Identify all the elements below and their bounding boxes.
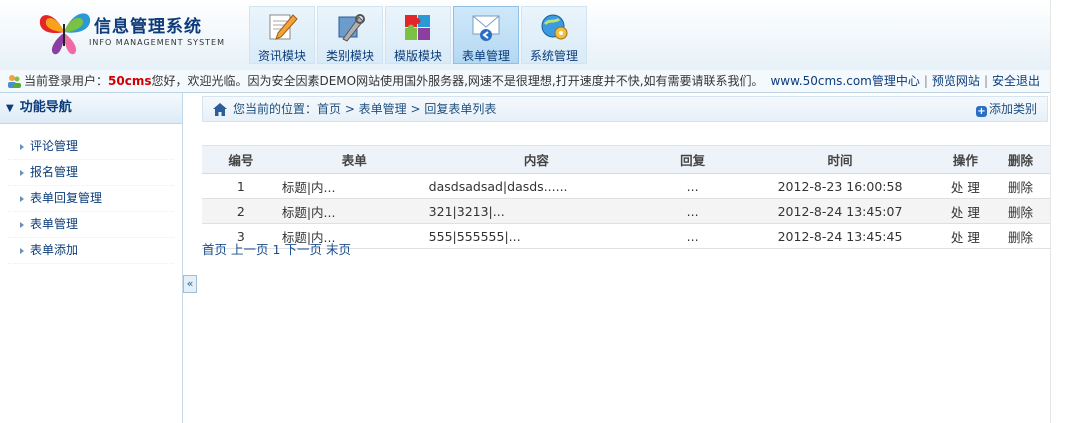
add-category-label: 添加类别 bbox=[988, 102, 1037, 116]
app-title: 信息管理系统 bbox=[94, 17, 202, 37]
app-subtitle: INFO MANAGEMENT SYSTEM bbox=[89, 38, 225, 47]
sidebar-header[interactable]: ▼ 功能导航 bbox=[0, 93, 182, 124]
sidebar-menu: 评论管理 报名管理 表单回复管理 表单管理 表单添加 bbox=[0, 134, 182, 264]
site-link[interactable]: www.50cms.com bbox=[770, 74, 871, 88]
delete-link[interactable]: 删除 bbox=[991, 198, 1050, 224]
cell-id: 2 bbox=[202, 198, 280, 224]
last-page-link[interactable]: 末页 bbox=[326, 242, 351, 257]
separator: | bbox=[983, 74, 988, 88]
cell-form: 标题|内... bbox=[279, 198, 428, 224]
puzzle-icon bbox=[405, 15, 430, 40]
cell-content: dasdsadsad|dasds...... bbox=[427, 173, 646, 199]
nav-news-module[interactable]: 资讯模块 bbox=[249, 6, 315, 64]
preview-site-link[interactable]: 预览网站 bbox=[932, 74, 980, 88]
sidebar-item-add-form[interactable]: 表单添加 bbox=[8, 238, 174, 264]
tools-icon bbox=[338, 14, 365, 42]
table-row: 2 标题|内... 321|3213|... ... 2012-8-24 13:… bbox=[202, 198, 1050, 224]
first-page-link[interactable]: 首页 bbox=[202, 242, 227, 257]
process-link[interactable]: 处 理 bbox=[939, 173, 992, 199]
header: 信息管理系统 INFO MANAGEMENT SYSTEM 资讯模块 类别模块 bbox=[0, 0, 1050, 71]
main-nav: 资讯模块 类别模块 模版模块 表单管理 系统管理 bbox=[249, 6, 589, 64]
table-row: 1 标题|内... dasdsadsad|dasds...... ... 201… bbox=[202, 173, 1050, 199]
logo: 信息管理系统 INFO MANAGEMENT SYSTEM bbox=[34, 6, 234, 58]
col-delete: 删除 bbox=[991, 145, 1050, 174]
login-label: 当前登录用户： bbox=[24, 74, 109, 88]
process-link[interactable]: 处 理 bbox=[939, 198, 992, 224]
nav-label: 资讯模块 bbox=[257, 49, 306, 63]
breadcrumb-text: 您当前的位置：首页 > 表单管理 > 回复表单列表 bbox=[233, 102, 497, 116]
sidebar-item-forms[interactable]: 表单管理 bbox=[8, 212, 174, 238]
nav-label: 模版模块 bbox=[393, 49, 442, 63]
col-time: 时间 bbox=[740, 145, 940, 174]
gear-globe-icon bbox=[541, 14, 568, 40]
page-scrollbar[interactable] bbox=[1050, 0, 1066, 423]
sidebar-item-form-replies[interactable]: 表单回复管理 bbox=[8, 186, 174, 212]
users-icon bbox=[8, 75, 21, 88]
sidebar-item-comments[interactable]: 评论管理 bbox=[8, 134, 174, 160]
col-form: 表单 bbox=[279, 145, 428, 174]
plus-icon: + bbox=[975, 106, 987, 117]
pagination: 首页 上一页 1 下一页 末页 bbox=[202, 239, 355, 258]
reply-form-table: 编号 表单 内容 回复 时间 操作 删除 1 标题|内... dasdsadsa… bbox=[202, 145, 1050, 249]
pencil-paper-icon bbox=[269, 14, 298, 40]
collapse-sidebar-button[interactable]: « bbox=[183, 275, 197, 293]
process-link[interactable]: 处 理 bbox=[939, 223, 992, 249]
separator: | bbox=[923, 74, 928, 88]
cell-reply: ... bbox=[645, 198, 741, 224]
prev-page-link[interactable]: 上一页 bbox=[231, 242, 269, 257]
col-content: 内容 bbox=[427, 145, 646, 174]
cell-time: 2012-8-24 13:45:45 bbox=[740, 223, 940, 249]
cell-time: 2012-8-23 16:00:58 bbox=[740, 173, 940, 199]
admin-center-link[interactable]: 管理中心 bbox=[872, 74, 920, 88]
col-id: 编号 bbox=[202, 145, 280, 174]
delete-link[interactable]: 删除 bbox=[991, 173, 1050, 199]
welcome-text: 当前登录用户：50cms您好，欢迎光临。因为安全因素DEMO网站使用国外服务器,… bbox=[24, 70, 764, 92]
header-links: www.50cms.com管理中心 | 预览网站 | 安全退出 bbox=[770, 70, 1040, 92]
mail-icon bbox=[472, 15, 500, 41]
add-category-button[interactable]: + 添加类别 bbox=[975, 97, 1037, 122]
nav-form-management[interactable]: 表单管理 bbox=[453, 6, 519, 64]
sidebar-item-registration[interactable]: 报名管理 bbox=[8, 160, 174, 186]
col-reply: 回复 bbox=[645, 145, 741, 174]
sidebar: ▼ 功能导航 评论管理 报名管理 表单回复管理 表单管理 表单添加 bbox=[0, 93, 183, 423]
home-icon bbox=[213, 103, 227, 116]
breadcrumb: 您当前的位置：首页 > 表单管理 > 回复表单列表 + 添加类别 bbox=[202, 96, 1048, 122]
nav-system-management[interactable]: 系统管理 bbox=[521, 6, 587, 64]
welcome-message: 您好，欢迎光临。因为安全因素DEMO网站使用国外服务器,网速不是很理想,打开速度… bbox=[151, 74, 764, 88]
cell-content: 321|3213|... bbox=[427, 198, 646, 224]
next-page-link[interactable]: 下一页 bbox=[284, 242, 322, 257]
cell-id: 1 bbox=[202, 173, 280, 199]
butterfly-logo-icon bbox=[39, 13, 91, 55]
cell-form: 标题|内... bbox=[279, 173, 428, 199]
cell-reply: ... bbox=[645, 173, 741, 199]
nav-template-module[interactable]: 模版模块 bbox=[385, 6, 451, 64]
delete-link[interactable]: 删除 bbox=[991, 223, 1050, 249]
current-page: 1 bbox=[272, 242, 281, 257]
cell-time: 2012-8-24 13:45:07 bbox=[740, 198, 940, 224]
nav-label: 系统管理 bbox=[529, 49, 578, 63]
nav-category-module[interactable]: 类别模块 bbox=[317, 6, 383, 64]
sidebar-title: 功能导航 bbox=[19, 100, 72, 115]
triangle-down-icon: ▼ bbox=[6, 103, 14, 114]
cell-content: 555|555555|... bbox=[427, 223, 646, 249]
col-operation: 操作 bbox=[939, 145, 992, 174]
info-bar: 当前登录用户：50cms您好，欢迎光临。因为安全因素DEMO网站使用国外服务器,… bbox=[0, 70, 1050, 93]
logout-link[interactable]: 安全退出 bbox=[992, 74, 1040, 88]
username: 50cms bbox=[108, 74, 152, 88]
nav-label: 表单管理 bbox=[461, 49, 510, 63]
table-header-row: 编号 表单 内容 回复 时间 操作 删除 bbox=[202, 145, 1050, 174]
cell-reply: ... bbox=[645, 223, 741, 249]
nav-label: 类别模块 bbox=[325, 49, 374, 63]
